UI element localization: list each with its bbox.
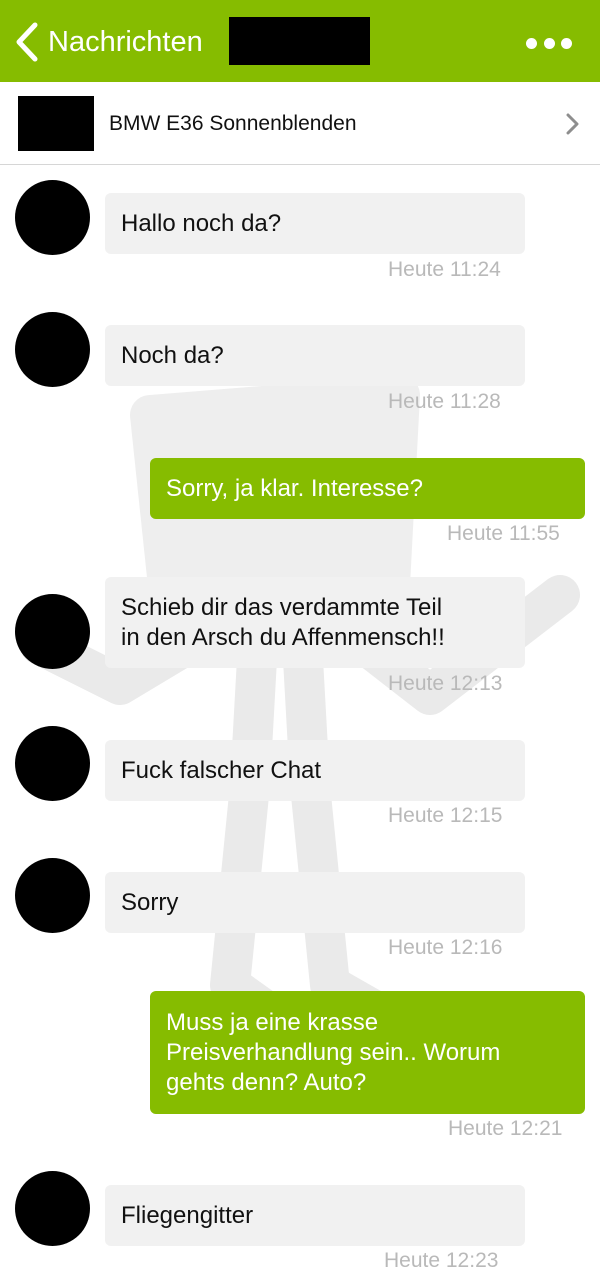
chevron-left-icon (16, 22, 38, 62)
more-dot-icon (561, 37, 572, 49)
listing-thumbnail-redacted (18, 96, 94, 151)
sender-avatar[interactable] (15, 312, 90, 387)
message-bubble-incoming: Fliegengitter (105, 1185, 525, 1246)
message-time: Heute 12:15 (388, 804, 503, 827)
app-header: Nachrichten (0, 0, 600, 82)
chevron-right-icon (566, 113, 579, 135)
sender-avatar[interactable] (15, 180, 90, 255)
message-bubble-incoming: Sorry (105, 872, 525, 933)
sender-avatar[interactable] (15, 594, 90, 669)
message-time: Heute 12:13 (388, 672, 503, 695)
message-time: Heute 12:23 (384, 1249, 499, 1272)
more-options-button[interactable] (526, 30, 572, 56)
sender-avatar[interactable] (15, 1171, 90, 1246)
message-text: Fuck falscher Chat (121, 756, 322, 784)
message-time: Heute 12:16 (388, 936, 503, 959)
redacted-username (229, 17, 370, 65)
message-text: Schieb dir das verdammte Teil in den Ars… (121, 593, 445, 651)
more-dot-icon (526, 37, 537, 49)
message-time: Heute 12:21 (448, 1117, 563, 1140)
sender-avatar[interactable] (15, 726, 90, 801)
more-dot-icon (543, 37, 555, 49)
message-time: Heute 11:55 (447, 522, 560, 545)
sender-avatar[interactable] (15, 858, 90, 933)
message-bubble-incoming: Fuck falscher Chat (105, 740, 525, 801)
message-bubble-incoming: Hallo noch da? (105, 193, 525, 254)
message-bubble-incoming: Noch da? (105, 325, 525, 386)
message-text: Sorry (121, 888, 179, 916)
message-bubble-outgoing: Sorry, ja klar. Interesse? (150, 458, 585, 519)
listing-bar[interactable]: BMW E36 Sonnenblenden (0, 82, 600, 165)
message-bubble-outgoing: Muss ja eine krasse Preisverhandlung sei… (150, 991, 585, 1114)
message-time: Heute 11:28 (388, 390, 501, 413)
back-label: Nachrichten (48, 25, 203, 58)
back-button[interactable]: Nachrichten (14, 20, 203, 64)
message-time: Heute 11:24 (388, 258, 501, 281)
message-text: Fliegengitter (121, 1201, 254, 1229)
message-text: Noch da? (121, 341, 224, 369)
listing-title: BMW E36 Sonnenblenden (109, 112, 357, 135)
message-text: Sorry, ja klar. Interesse? (166, 474, 423, 502)
message-text: Muss ja eine krasse Preisverhandlung sei… (166, 1008, 501, 1096)
message-text: Hallo noch da? (121, 209, 282, 237)
message-bubble-incoming: Schieb dir das verdammte Teil in den Ars… (105, 577, 525, 668)
